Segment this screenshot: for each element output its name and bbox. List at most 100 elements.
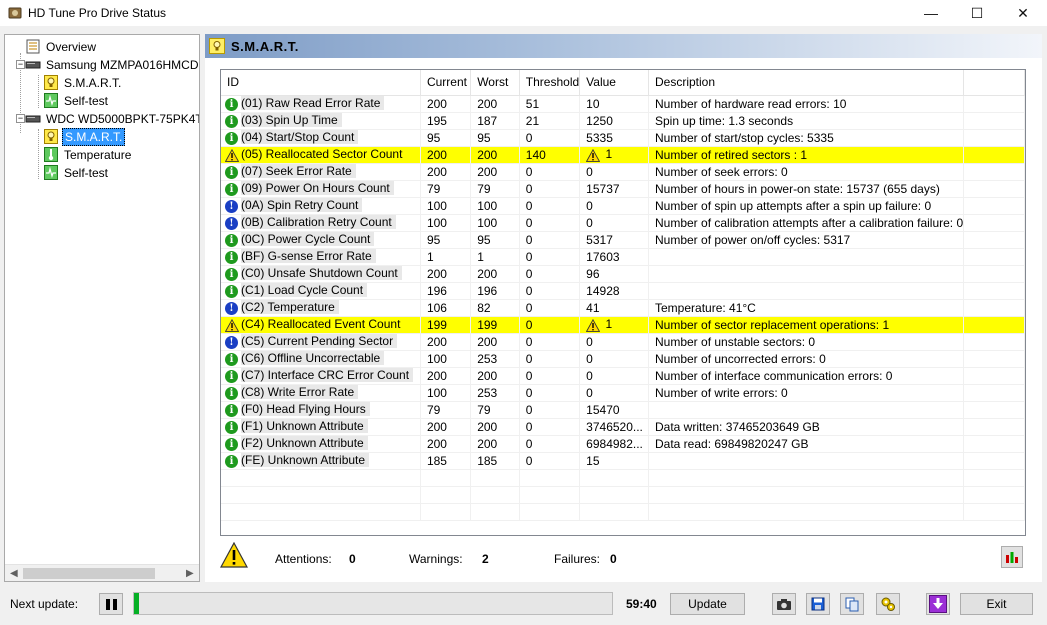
- table-row[interactable]: i (09) Power On Hours Count 79 79 0 15737 Numb…: [221, 180, 1025, 198]
- table-row[interactable]: i (07) Seek Error Rate 200 200 0 0 Number of s…: [221, 163, 1025, 181]
- cell-worst: 187: [470, 112, 520, 130]
- scroll-thumb[interactable]: [23, 568, 155, 579]
- warning-icon: [586, 318, 601, 332]
- warning-icon: [225, 318, 239, 332]
- column-header-value[interactable]: Value: [579, 70, 649, 96]
- close-button[interactable]: ✕: [1000, 0, 1046, 26]
- save-button[interactable]: [806, 593, 830, 615]
- column-header-worst[interactable]: Worst: [470, 70, 520, 96]
- tree-item-drive-wdc[interactable]: WDC WD5000BPKT-75PK4T0: [25, 110, 200, 127]
- tree-item-drive2-smart[interactable]: S.M.A.R.T.: [43, 127, 126, 146]
- table-row[interactable]: i (F2) Unknown Attribute 200 200 0 6984982...…: [221, 435, 1025, 453]
- info-icon: !: [225, 301, 238, 315]
- ok-icon: i: [225, 131, 238, 145]
- cell-filler: [963, 282, 1025, 300]
- table-row[interactable]: i (01) Raw Read Error Rate 200 200 51 10 Numbe…: [221, 95, 1025, 113]
- cell-filler: [963, 333, 1025, 351]
- cell-current: 1: [420, 248, 472, 266]
- cell-id: i (C8) Write Error Rate: [221, 384, 421, 402]
- tree-horizontal-scrollbar[interactable]: ◀ ▶: [5, 564, 199, 581]
- tree-item-drive-samsung[interactable]: Samsung MZMPA016HMCD: [25, 56, 199, 73]
- chart-button[interactable]: [1001, 546, 1023, 568]
- cell-worst: 253: [470, 384, 520, 402]
- cell-threshold: 0: [519, 452, 581, 470]
- minimize-to-tray-button[interactable]: [926, 593, 950, 615]
- scroll-left-icon[interactable]: ◀: [10, 568, 18, 579]
- collapse-drive2-button[interactable]: −: [16, 114, 25, 123]
- table-row[interactable]: ! (0B) Calibration Retry Count 100 100 0 0 Num…: [221, 214, 1025, 232]
- cell-threshold: 0: [519, 214, 581, 232]
- table-row[interactable]: ! (0A) Spin Retry Count 100 100 0 0 Number of …: [221, 197, 1025, 215]
- table-row[interactable]: i (C8) Write Error Rate 100 253 0 0 Number of …: [221, 384, 1025, 402]
- table-row[interactable]: i (BF) G-sense Error Rate 1 1 0 17603: [221, 248, 1025, 266]
- table-row[interactable]: ! (C5) Current Pending Sector 200 200 0 0 Numb…: [221, 333, 1025, 351]
- attribute-name: (0A) Spin Retry Count: [241, 198, 363, 213]
- table-row[interactable]: i (C0) Unsafe Shutdown Count 200 200 0 96: [221, 265, 1025, 283]
- value-text: 15: [586, 453, 600, 468]
- cell-threshold: 0: [519, 333, 581, 351]
- table-row[interactable]: (C4) Reallocated Event Count 199 199 0 1 Num…: [221, 316, 1025, 334]
- column-header-threshold[interactable]: Threshold: [519, 70, 581, 96]
- cell-value: 15737: [579, 180, 649, 198]
- update-button[interactable]: Update: [670, 593, 745, 615]
- cell-id: i (FE) Unknown Attribute: [221, 452, 421, 470]
- table-row[interactable]: i (FE) Unknown Attribute 185 185 0 15: [221, 452, 1025, 470]
- cell-value: 0: [579, 367, 649, 385]
- column-header-description[interactable]: Description: [648, 70, 965, 96]
- attribute-name: (07) Seek Error Rate: [241, 164, 356, 179]
- cell-filler: [963, 214, 1025, 232]
- cell-current: 95: [420, 231, 472, 249]
- tree-item-drive2-selftest[interactable]: Self-test: [43, 164, 110, 181]
- exit-button[interactable]: Exit: [960, 593, 1033, 615]
- gears-icon: [881, 597, 895, 611]
- table-row[interactable]: i (0C) Power Cycle Count 95 95 0 5317 Number o…: [221, 231, 1025, 249]
- pause-button[interactable]: [99, 593, 123, 615]
- table-row[interactable]: i (03) Spin Up Time 195 187 21 1250 Spin up ti…: [221, 112, 1025, 130]
- options-button[interactable]: [876, 593, 900, 615]
- column-header-current[interactable]: Current: [420, 70, 472, 96]
- cell-description: Number of calibration attempts after a c…: [648, 214, 965, 232]
- copy-button[interactable]: [840, 593, 864, 615]
- window-title: HD Tune Pro Drive Status: [28, 6, 167, 20]
- cell-value: 1: [579, 146, 649, 164]
- table-row[interactable]: (05) Reallocated Sector Count 200 200 140 1…: [221, 146, 1025, 164]
- tree-line: [38, 75, 39, 108]
- value-text: 0: [586, 215, 593, 230]
- info-icon: !: [225, 199, 238, 213]
- table-row[interactable]: ! (C2) Temperature 106 82 0 41 Temperature: 41…: [221, 299, 1025, 317]
- table-row[interactable]: i (C1) Load Cycle Count 196 196 0 14928: [221, 282, 1025, 300]
- ok-icon: i: [225, 284, 238, 298]
- minimize-button[interactable]: —: [908, 0, 954, 26]
- tree-item-drive2-temperature[interactable]: Temperature: [43, 146, 133, 163]
- smart-table-container[interactable]: ID Current Worst Threshold Value Descrip…: [220, 69, 1026, 536]
- cell-id: ! (0A) Spin Retry Count: [221, 197, 421, 215]
- tree-item-drive1-smart[interactable]: S.M.A.R.T.: [43, 74, 123, 91]
- tree-item-drive1-selftest[interactable]: Self-test: [43, 92, 110, 109]
- cell-threshold: 51: [519, 95, 581, 113]
- cell-description: Number of unstable sectors: 0: [648, 333, 965, 351]
- collapse-drive1-button[interactable]: −: [16, 60, 25, 69]
- table-row[interactable]: i (F1) Unknown Attribute 200 200 0 3746520...…: [221, 418, 1025, 436]
- table-row[interactable]: i (C6) Offline Uncorrectable 100 253 0 0 Numbe…: [221, 350, 1025, 368]
- document-icon: [25, 39, 41, 55]
- table-row[interactable]: i (04) Start/Stop Count 95 95 0 5335 Number of…: [221, 129, 1025, 147]
- smart-panel: S.M.A.R.T. ID Current Worst Threshold Va…: [205, 34, 1042, 582]
- cell-id: i (C1) Load Cycle Count: [221, 282, 421, 300]
- cell-id: (C4) Reallocated Event Count: [221, 316, 421, 334]
- cell-worst: 100: [470, 214, 520, 232]
- tree-item-label-selected: S.M.A.R.T.: [62, 127, 126, 146]
- scroll-right-icon[interactable]: ▶: [186, 568, 194, 579]
- drive-tree[interactable]: Overview − Samsung MZMPA016HMCD S.M.A.R.…: [4, 34, 200, 582]
- maximize-button[interactable]: ☐: [954, 0, 1000, 26]
- tree-item-label: WDC WD5000BPKT-75PK4T0: [46, 111, 200, 126]
- update-progress-bar: [133, 592, 613, 615]
- table-row[interactable]: i (F0) Head Flying Hours 79 79 0 15470: [221, 401, 1025, 419]
- tree-item-overview[interactable]: Overview: [25, 38, 98, 55]
- thermometer-icon: [43, 147, 59, 163]
- pulse-icon: [43, 93, 59, 109]
- table-row[interactable]: i (C7) Interface CRC Error Count 200 200 0 0 N…: [221, 367, 1025, 385]
- attribute-name: (F0) Head Flying Hours: [241, 402, 370, 417]
- screenshot-button[interactable]: [772, 593, 796, 615]
- column-header-id[interactable]: ID: [221, 70, 421, 96]
- warnings-count: 2: [482, 552, 489, 566]
